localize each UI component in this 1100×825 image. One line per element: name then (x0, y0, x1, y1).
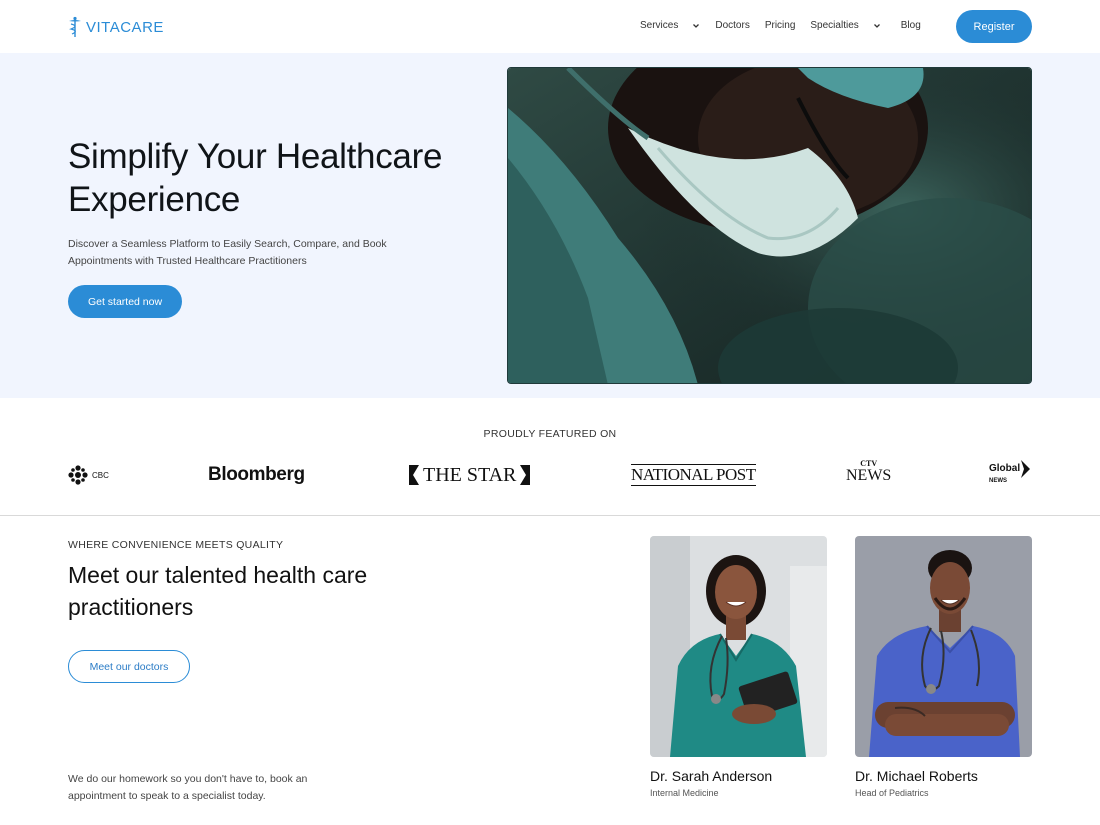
register-button[interactable]: Register (956, 10, 1032, 43)
bloomberg-logo: Bloomberg (208, 460, 305, 490)
section-note: We do our homework so you don't have to,… (68, 773, 308, 802)
featured-title: PROUDLY FEATURED ON (483, 428, 617, 440)
nav-item-services[interactable]: Services (640, 20, 700, 31)
global-arrow-icon (1021, 460, 1031, 478)
nav-item-doctors[interactable]: Doctors (715, 20, 749, 31)
section-title: Meet our talented health care practition… (68, 562, 368, 620)
the-star-logo: THE STAR (409, 460, 531, 490)
nav-label: Specialties (810, 20, 859, 31)
doctor-portrait (855, 536, 1032, 757)
doctors-section: WHERE CONVENIENCE MEETS QUALITY Meet our… (0, 517, 1100, 825)
hero-subtitle: Discover a Seamless Platform to Easily S… (68, 238, 387, 267)
nav-label: Blog (900, 20, 921, 31)
get-started-button[interactable]: Get started now (68, 285, 182, 318)
featured-section: PROUDLY FEATURED ON CBC Bloomberg THE ST… (0, 398, 1100, 516)
section-eyebrow: WHERE CONVENIENCE MEETS QUALITY (68, 539, 284, 551)
nav-label: Pricing (764, 20, 796, 31)
cbc-wordmark: CBC (92, 470, 109, 480)
hero-section: Simplify Your Healthcare Experience Disc… (0, 53, 1100, 398)
nav-item-specialties[interactable]: Specialties (810, 20, 880, 31)
cbc-logo: CBC (68, 460, 109, 490)
surgeon-illustration (508, 68, 1031, 383)
doctor-photo (650, 536, 827, 757)
cbc-gem-icon (68, 465, 88, 485)
ctv-news-logo: CTV NEWS (846, 460, 891, 490)
global-news-wordmark: NEWS (989, 478, 1007, 484)
brand-logo[interactable]: VITACARE (68, 16, 164, 38)
star-left-mark-icon (409, 465, 419, 485)
doctor-role: Head of Pediatrics (855, 788, 929, 798)
national-post-wordmark: NATIONAL POST (631, 465, 756, 484)
doctor-portrait (650, 536, 827, 757)
chevron-down-icon (693, 23, 700, 28)
hero-title: Simplify Your Healthcare Experience (68, 137, 443, 219)
doctor-name: Dr. Sarah Anderson (650, 768, 773, 784)
the-star-wordmark: THE STAR (423, 463, 517, 486)
doctor-role: Internal Medicine (650, 788, 719, 798)
doctor-card[interactable]: Dr. Sarah Anderson Internal Medicine (650, 536, 827, 798)
hero-surgeon-image (507, 67, 1032, 384)
brand-name: VITACARE (86, 18, 164, 36)
chevron-down-icon (873, 23, 880, 28)
doctor-card[interactable]: Dr. Michael Roberts Head of Pediatrics (855, 536, 1032, 798)
ctv-news-wordmark: NEWS (846, 467, 892, 484)
star-right-mark-icon (520, 465, 531, 485)
top-nav: VITACARE Services Doctors Pricing Specia… (0, 0, 1100, 53)
nav-label: Doctors (715, 20, 750, 31)
main-menu: Services Doctors Pricing Specialties Blo… (640, 20, 921, 31)
global-wordmark: Global (989, 463, 1021, 474)
nav-label: Services (640, 20, 679, 31)
meet-doctors-button[interactable]: Meet our doctors (68, 650, 190, 683)
doctor-name: Dr. Michael Roberts (855, 768, 978, 784)
national-post-logo: NATIONAL POST (631, 464, 756, 486)
doctor-photo (855, 536, 1032, 757)
nav-item-pricing[interactable]: Pricing (765, 20, 796, 31)
caduceus-icon (68, 16, 81, 37)
bloomberg-wordmark: Bloomberg (208, 464, 305, 485)
nav-item-blog[interactable]: Blog (901, 20, 921, 31)
global-news-logo: Global NEWS (989, 460, 1031, 490)
